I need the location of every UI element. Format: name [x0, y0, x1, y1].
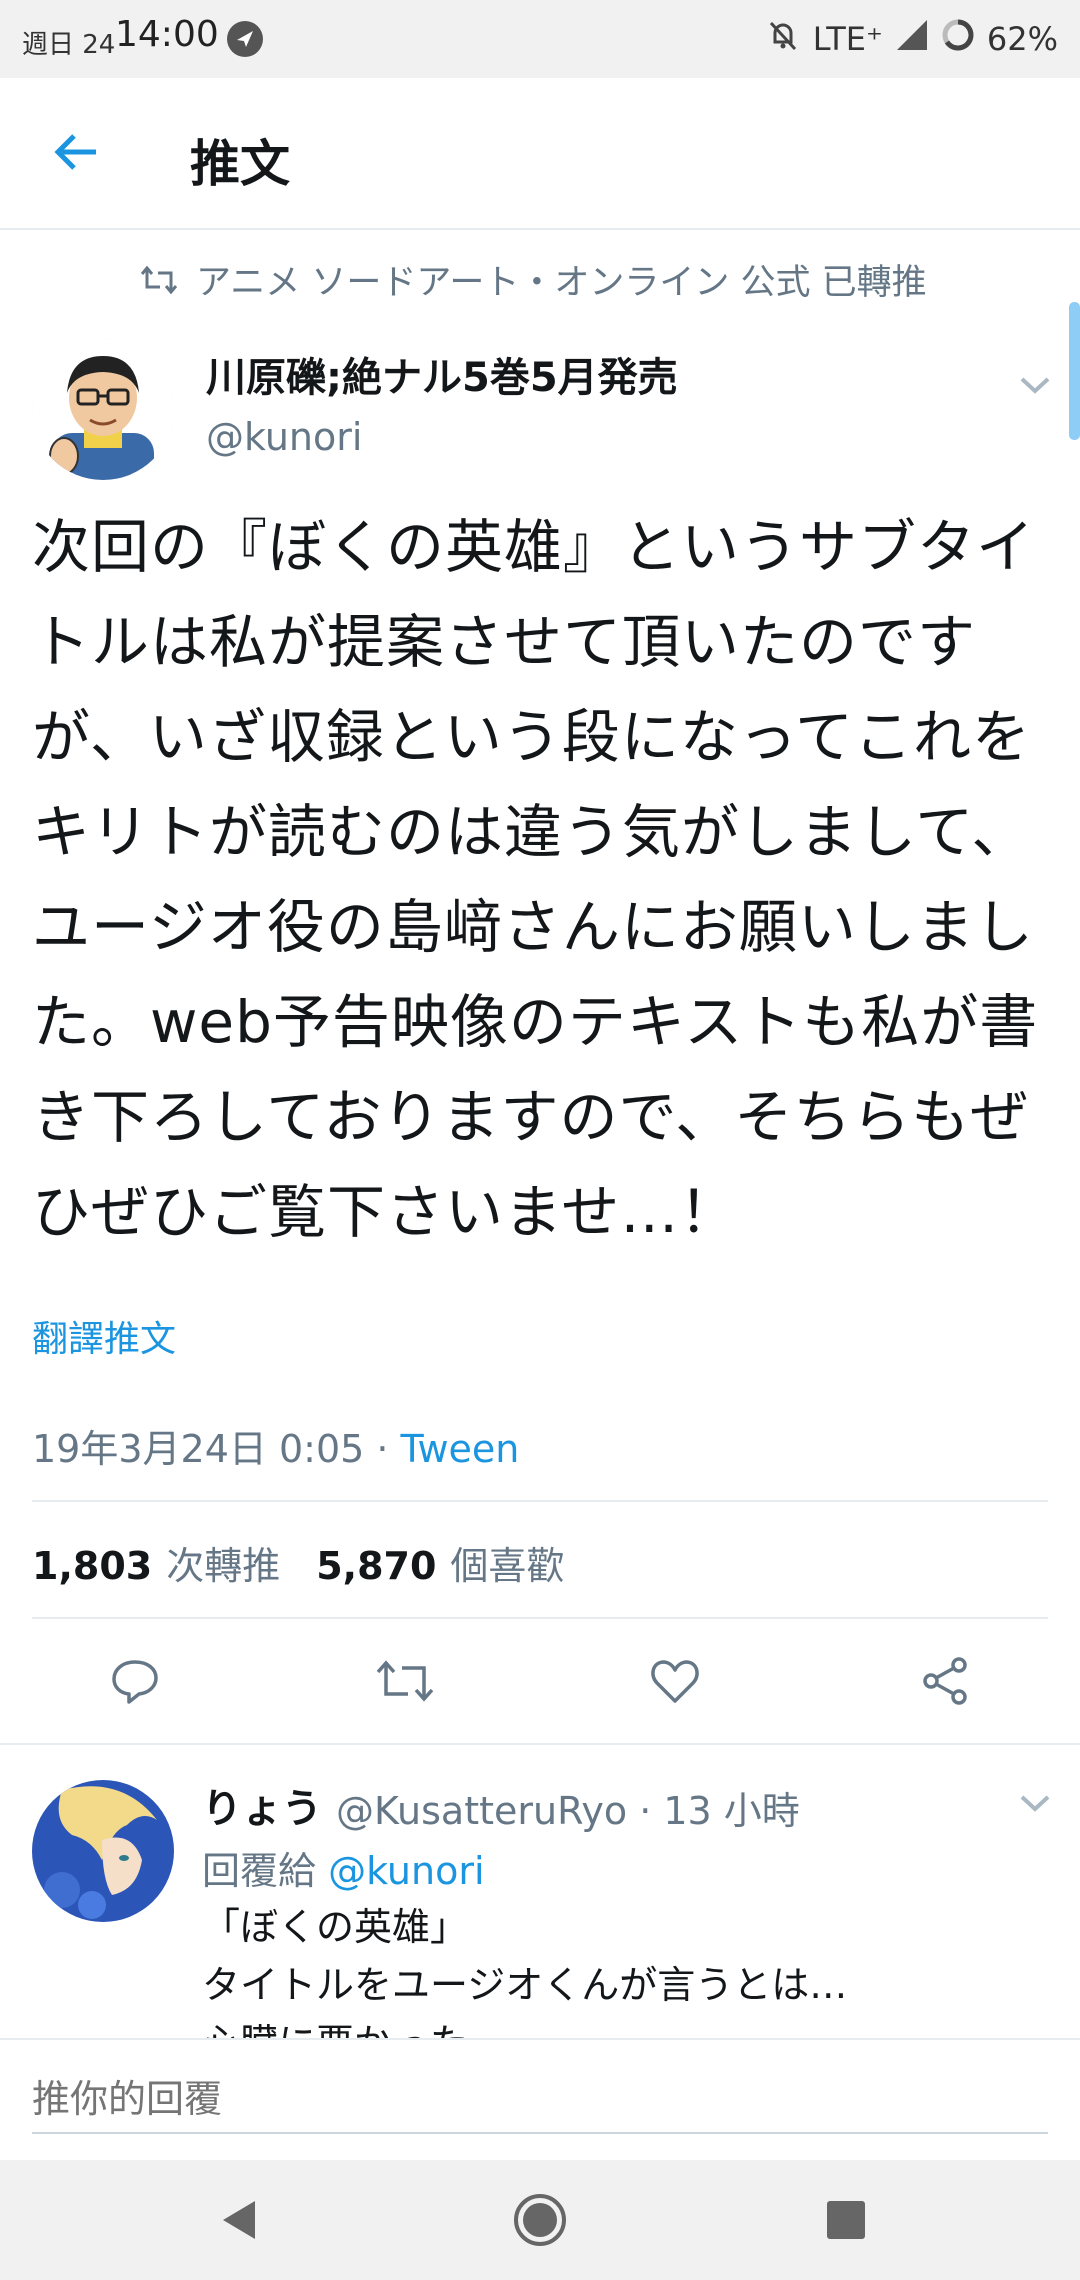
nav-back-button[interactable]	[210, 2190, 270, 2250]
reply-line: 心臓に悪かった。	[202, 2014, 1062, 2038]
share-icon	[923, 1657, 967, 1705]
scrollbar-thumb[interactable]	[1069, 302, 1080, 440]
retweet-button[interactable]	[370, 1650, 440, 1712]
nav-back-icon	[223, 2201, 255, 2239]
status-date: 週日 24	[22, 30, 116, 60]
tweet-meta: 19年3月24日 0:05 · Tween	[32, 1418, 519, 1473]
back-button[interactable]	[46, 122, 106, 182]
retweet-stat[interactable]: 1,803 次轉推	[32, 1535, 280, 1590]
like-stat-label: 個喜歡	[450, 1544, 565, 1588]
battery-percent: 62%	[986, 20, 1058, 58]
signal-icon	[895, 18, 929, 60]
tweet-source-link[interactable]: Tween	[401, 1427, 520, 1471]
back-arrow-icon	[54, 134, 96, 170]
app-header: 推文	[0, 78, 1080, 230]
divider	[32, 1500, 1048, 1502]
network-type: LTE⁺	[812, 20, 883, 58]
tweet-text: 次回の『ぼくの英雄』というサブタイトルは私が提案させて頂いたのですが、いざ収録と…	[32, 513, 1039, 1246]
reply-to-mention[interactable]: @kunori	[328, 1849, 484, 1893]
nav-recents-icon	[827, 2201, 865, 2239]
retweet-icon	[140, 265, 178, 294]
status-bar: 週日 24 14:00 LTE⁺ 62%	[0, 0, 1080, 78]
reply-line: タイトルをユージオくんが言うとは…	[202, 1963, 848, 2007]
navigation-icon	[226, 20, 264, 58]
translate-tweet-link[interactable]: 翻譯推文	[32, 1310, 176, 1362]
reply-input[interactable]	[32, 2066, 1048, 2134]
compose-bar	[0, 2038, 1080, 2162]
tweet-stats: 1,803 次轉推 5,870 個喜歡	[32, 1535, 564, 1590]
nav-recents-button[interactable]	[816, 2190, 876, 2250]
retweet-stat-label: 次轉推	[166, 1544, 281, 1588]
meta-separator: ·	[364, 1427, 401, 1471]
like-count: 5,870	[316, 1544, 437, 1588]
like-button[interactable]	[640, 1650, 710, 1712]
page-title: 推文	[190, 135, 290, 193]
nav-home-icon	[514, 2194, 566, 2246]
like-icon	[651, 1660, 699, 1703]
reply-icon	[112, 1660, 158, 1704]
retweet-icon	[376, 1660, 434, 1702]
chevron-down-icon	[1020, 1795, 1050, 1812]
reply-text: 「ぼくの英雄」 タイトルをユージオくんが言うとは… 心臓に悪かった。	[202, 1898, 1062, 2038]
reply-menu-button[interactable]	[1010, 1778, 1060, 1828]
retweet-context-text: アニメ ソードアート・オンライン 公式 已轉推	[196, 263, 927, 303]
retweet-context[interactable]: アニメ ソードアート・オンライン 公式 已轉推	[140, 254, 927, 305]
status-time: 14:00	[115, 14, 219, 55]
author-avatar[interactable]	[32, 338, 174, 480]
reply-to: 回覆給 @kunori	[202, 1840, 485, 1895]
reply-to-prefix: 回覆給	[202, 1849, 329, 1893]
reply-author-name[interactable]: りょう	[202, 1776, 322, 1834]
tweet-menu-button[interactable]	[1010, 360, 1060, 410]
retweet-count: 1,803	[32, 1544, 153, 1588]
reply-button[interactable]	[100, 1650, 170, 1712]
divider	[0, 1743, 1080, 1745]
mute-icon	[765, 17, 801, 61]
system-nav-bar	[0, 2160, 1080, 2280]
share-button[interactable]	[910, 1650, 980, 1712]
reply-line: 「ぼくの英雄」	[202, 1905, 469, 1949]
like-stat[interactable]: 5,870 個喜歡	[316, 1535, 564, 1590]
nav-home-button[interactable]	[510, 2190, 570, 2250]
chevron-down-icon	[1020, 377, 1050, 394]
reply-avatar[interactable]	[32, 1780, 174, 1922]
tweet-timestamp: 19年3月24日 0:05	[32, 1427, 365, 1471]
divider	[32, 1617, 1048, 1619]
reply-handle-time[interactable]: @KusatteruRyo · 13 小時	[336, 1780, 800, 1835]
status-right: LTE⁺ 62%	[765, 16, 1058, 62]
battery-icon	[941, 18, 975, 60]
author-name[interactable]: 川原礫;絶ナル5巻5月発売	[206, 345, 678, 403]
author-handle[interactable]: @kunori	[206, 415, 362, 459]
